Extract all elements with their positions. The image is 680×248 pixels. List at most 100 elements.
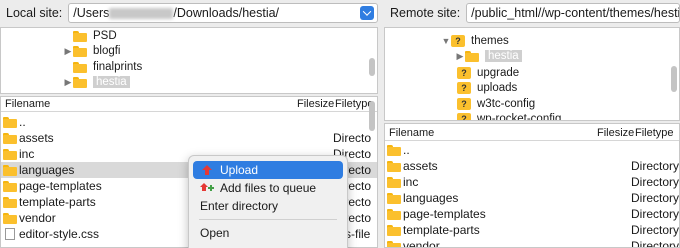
upload-icon	[200, 163, 214, 177]
file-name: ..	[403, 143, 410, 157]
column-filename[interactable]: Filename	[389, 127, 434, 139]
list-item[interactable]: ..	[1, 114, 377, 130]
column-filesize[interactable]: Filesize	[297, 98, 334, 110]
tree-item-hestia[interactable]: ▶ hestia	[455, 48, 522, 64]
tree-item-label: finalprints	[93, 61, 143, 73]
file-name: assets	[403, 159, 438, 173]
unknown-folder-icon: ?	[457, 113, 471, 120]
tree-item-upgrade[interactable]: ? upgrade	[447, 65, 519, 81]
column-filetype[interactable]: Filetype	[335, 98, 374, 110]
remote-path-suffix: /wp-content/themes/hestia	[541, 6, 680, 20]
file-name: ..	[19, 115, 26, 129]
collapse-caret-icon[interactable]: ▼	[441, 36, 451, 46]
file-type: Directory	[631, 207, 680, 221]
file-name: template-parts	[403, 223, 480, 237]
remote-path-field[interactable]: /public_html/ /wp-content/themes/hestia	[466, 3, 680, 23]
file-name: vendor	[19, 211, 56, 225]
list-item[interactable]: languages Directory	[385, 190, 679, 206]
menu-item-label: Upload	[220, 163, 259, 177]
local-directory-tree[interactable]: PSD ▶ blogfi finalprints ▶ hestia	[0, 27, 378, 94]
folder-icon	[3, 149, 17, 160]
file-name: inc	[403, 175, 419, 189]
file-name: languages	[403, 191, 459, 205]
list-scrollbar[interactable]	[369, 101, 375, 131]
file-name: assets	[19, 131, 54, 145]
folder-icon	[387, 241, 401, 247]
remote-path-prefix: /public_html/	[471, 6, 542, 20]
folder-icon	[387, 225, 401, 236]
path-dropdown-button[interactable]	[360, 6, 374, 20]
tree-item-themes[interactable]: ▼ ? themes	[441, 33, 509, 49]
tree-scrollbar[interactable]	[671, 66, 677, 92]
folder-icon	[73, 45, 87, 57]
local-path-field[interactable]: /Users /Downloads/hestia/	[68, 3, 378, 23]
tree-item-label: themes	[471, 35, 509, 47]
tree-item-hestia[interactable]: ▶ hestia	[63, 74, 130, 90]
file-icon	[5, 228, 15, 240]
tree-item-label: w3tc-config	[477, 98, 536, 110]
tree-item-label: PSD	[93, 30, 117, 42]
tree-item-uploads[interactable]: ? uploads	[447, 80, 517, 96]
tree-item-label: uploads	[477, 82, 518, 94]
column-filetype[interactable]: Filetype	[635, 127, 674, 139]
tree-item-wp-rocket-config[interactable]: ? wp-rocket-config	[447, 111, 562, 121]
tree-item-label: wp-rocket-config	[477, 113, 562, 121]
remote-file-list[interactable]: Filename Filesize Filetype .. assets Dir…	[384, 123, 680, 248]
tree-scrollbar[interactable]	[369, 58, 375, 76]
list-item[interactable]: ..	[385, 142, 679, 158]
local-site-label: Local site:	[6, 6, 63, 20]
file-name: page-templates	[403, 207, 486, 221]
folder-icon	[387, 193, 401, 204]
context-menu: Upload Add files to queue Enter director…	[188, 155, 348, 248]
menu-item-upload[interactable]: Upload	[193, 161, 343, 179]
tree-item-finalprints[interactable]: finalprints	[63, 59, 142, 75]
tree-item-psd[interactable]: PSD	[63, 28, 117, 44]
expand-caret-icon[interactable]: ▶	[63, 77, 73, 88]
unknown-folder-icon: ?	[451, 35, 465, 47]
file-type: Directory	[631, 223, 680, 237]
redacted-username	[109, 7, 174, 19]
folder-icon	[387, 209, 401, 220]
list-item[interactable]: template-parts Directory	[385, 222, 679, 238]
menu-item-label: Open	[200, 226, 230, 240]
remote-list-header: Filename Filesize Filetype	[385, 126, 679, 141]
file-type: Directory	[631, 175, 680, 189]
file-name: template-parts	[19, 195, 96, 209]
menu-item-label: Add files to queue	[220, 181, 317, 195]
menu-item-cut-off[interactable]	[193, 242, 343, 248]
unknown-folder-icon: ?	[457, 67, 471, 79]
tree-item-label: hestia	[93, 76, 130, 88]
tree-item-blogfi[interactable]: ▶ blogfi	[63, 43, 121, 59]
menu-item-add-to-queue[interactable]: Add files to queue	[193, 179, 343, 197]
folder-icon	[387, 161, 401, 172]
folder-icon	[73, 61, 87, 73]
file-name: vendor	[403, 239, 440, 248]
tree-item-w3tc-config[interactable]: ? w3tc-config	[447, 96, 535, 112]
folder-icon	[3, 133, 17, 144]
menu-item-enter-directory[interactable]: Enter directory	[193, 197, 343, 215]
menu-item-label: Enter directory	[200, 199, 279, 213]
folder-icon	[465, 50, 479, 62]
column-filesize[interactable]: Filesize	[597, 127, 634, 139]
list-item[interactable]: inc Directory	[385, 174, 679, 190]
list-item[interactable]: page-templates Directory	[385, 206, 679, 222]
folder-icon	[3, 165, 17, 176]
list-item[interactable]: assets Directo	[1, 130, 377, 146]
unknown-folder-icon: ?	[457, 82, 471, 94]
list-item[interactable]: vendor Directory	[385, 238, 679, 248]
unknown-folder-icon: ?	[457, 98, 471, 110]
file-name: languages	[19, 163, 75, 177]
folder-icon	[3, 213, 17, 224]
remote-directory-tree[interactable]: ▼ ? themes ▶ hestia ? upgrade ? uploads …	[384, 27, 680, 121]
file-type: Directo	[333, 131, 372, 145]
list-item[interactable]: assets Directory	[385, 158, 679, 174]
folder-icon	[387, 177, 401, 188]
expand-caret-icon[interactable]: ▶	[455, 51, 465, 62]
tree-item-label: blogfi	[93, 45, 121, 57]
remote-site-bar: Remote site: /public_html/ /wp-content/t…	[384, 0, 680, 26]
column-filename[interactable]: Filename	[5, 98, 50, 110]
menu-item-open[interactable]: Open	[193, 224, 343, 242]
file-type: Directory	[631, 191, 680, 205]
tree-item-label: hestia	[485, 50, 522, 62]
expand-caret-icon[interactable]: ▶	[63, 46, 73, 57]
